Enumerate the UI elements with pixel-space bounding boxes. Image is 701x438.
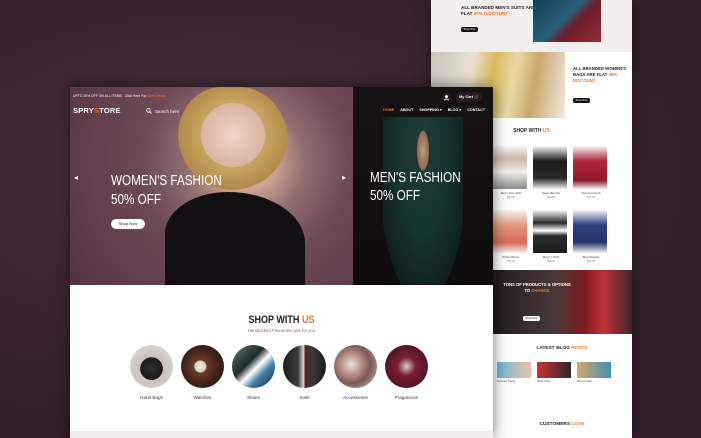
customers-title: CUSTOMERS LOVE (539, 422, 585, 427)
category-label: Watches (193, 395, 212, 400)
suits-promo-section: ALL BRANDED MEN'S SUITS ARE FLAT 30% DIS… (431, 0, 632, 52)
product-price: $90.00 (507, 196, 515, 199)
product-name: Printed Dress (502, 255, 520, 259)
menu-blog[interactable]: BLOG ▾ (448, 108, 462, 112)
product-image (533, 210, 567, 253)
product-name: Men's Pure Shirt (500, 191, 522, 195)
product-image (493, 210, 527, 253)
hero-shop-now-button[interactable]: Shop Now (111, 219, 145, 229)
slider-next-arrow[interactable]: ▸ (342, 173, 346, 183)
category-label: Suits (299, 395, 310, 400)
cart-label: My Cart (459, 95, 474, 99)
hand-bag-image (130, 345, 173, 388)
tons-banner-text: TONS OF PRODUCTS & OPTIONS TO CHANGE (503, 282, 571, 293)
product-price: $80.00 (547, 196, 555, 199)
product-price: $70.00 (587, 196, 595, 199)
front-page-preview: UPTO 30% OFF ON ALL ITEMS Click Here For… (70, 87, 493, 438)
product-name: Men's T-Shirt (542, 255, 560, 259)
site-logo[interactable]: SPRYSTORE (73, 106, 121, 115)
blog-card[interactable]: Summer Trends (497, 362, 533, 384)
product-card[interactable]: Blue Sweater $85.00 (573, 210, 609, 268)
blog-list: Summer Trends Style Guide Men's Looks (497, 362, 627, 384)
hero-women-heading: WOMEN'S FASHION 50% OFF (111, 172, 222, 208)
navbar: SPRYSTORE Search here HOME ABOUT SHOPPIN… (70, 105, 493, 117)
blog-section-title: LATEST BLOG POSTS (536, 346, 588, 351)
category-fragrances[interactable]: Fragrances (385, 345, 428, 400)
category-list: Hand Bags Watches Shoes Suits Accessorie… (130, 345, 428, 400)
product-image (533, 146, 567, 189)
product-card[interactable]: Printed Dress $75.00 (493, 210, 529, 268)
main-menu: HOME ABOUT SHOPPING ▾ BLOG ▾ CONTACT (383, 108, 485, 112)
blog-title: Men's Looks (577, 380, 592, 383)
shoe-image (232, 345, 275, 388)
blog-title: Summer Trends (497, 380, 516, 383)
fragrance-image (385, 345, 428, 388)
product-image (493, 146, 527, 189)
suits-shop-button[interactable]: Shop Now (461, 27, 478, 32)
search-placeholder: Search here (155, 108, 179, 114)
category-shoes[interactable]: Shoes (232, 345, 275, 400)
category-label: Shoes (246, 395, 261, 400)
shop-section-subtitle: Handpicked Favourites just for you (247, 328, 316, 333)
category-label: Hand Bags (140, 395, 163, 400)
top-bar: UPTO 30% OFF ON ALL ITEMS Click Here For… (70, 87, 493, 105)
suit-image (283, 345, 326, 388)
blog-image (497, 362, 531, 378)
menu-contact[interactable]: CONTACT (467, 108, 485, 112)
category-label: Accessories (343, 395, 368, 400)
product-price: $60.00 (547, 260, 555, 263)
product-name: Women's Frock (581, 191, 601, 195)
cart-button[interactable]: My Cart 🛒 (456, 92, 482, 102)
blog-image (577, 362, 611, 378)
accessories-image (334, 345, 377, 388)
bags-promo-title: ALL BRANDED WOMEN'S BAGS ARE FLAT 30% DI… (573, 66, 626, 83)
search-icon (146, 108, 152, 114)
product-card[interactable]: Women's Frock $70.00 (573, 146, 609, 204)
tons-shop-button[interactable]: Shop Now (523, 316, 540, 321)
category-hand-bags[interactable]: Hand Bags (130, 345, 173, 400)
product-image (573, 210, 607, 253)
tons-products-banner: TONS OF PRODUCTS & OPTIONS TO CHANGE Shop… (492, 270, 632, 334)
suits-promo-title: ALL BRANDED MEN'S SUITS ARE FLAT 30% DIS… (461, 5, 536, 16)
slider-prev-arrow[interactable]: ◂ (74, 173, 78, 183)
blog-card[interactable]: Style Guide (537, 362, 573, 384)
search-box[interactable]: Search here (146, 107, 179, 115)
blog-image (537, 362, 571, 378)
product-name: Sleek Mini Top (541, 191, 561, 195)
product-price: $75.00 (507, 260, 515, 263)
bags-shop-button[interactable]: Shop Now (573, 98, 590, 103)
category-suits[interactable]: Suits (283, 345, 326, 400)
product-image (573, 146, 607, 189)
footer-strip (70, 431, 493, 438)
blog-card[interactable]: Men's Looks (577, 362, 613, 384)
shop-section-title: SHOP WITH US (248, 314, 315, 326)
menu-about[interactable]: ABOUT (400, 108, 413, 112)
category-watches[interactable]: Watches (181, 345, 224, 400)
menu-shopping[interactable]: SHOPPING ▾ (419, 108, 441, 112)
menu-home[interactable]: HOME (383, 108, 394, 112)
suits-image (533, 0, 601, 42)
product-grid: Men's Pure Shirt $90.00 Sleek Mini Top $80… (493, 146, 607, 268)
user-icon[interactable] (442, 93, 451, 102)
product-name: Blue Sweater (582, 255, 600, 259)
promo-details-link[interactable]: More Details (147, 94, 166, 98)
hero-men-heading: MEN'S FASHION 50% OFF (370, 169, 461, 204)
product-card[interactable]: Men's T-Shirt $60.00 (533, 210, 569, 268)
product-card[interactable]: Men's Pure Shirt $90.00 (493, 146, 529, 204)
product-card[interactable]: Sleek Mini Top $80.00 (533, 146, 569, 204)
cart-icon: 🛒 (474, 95, 479, 99)
watch-image (181, 345, 224, 388)
top-promo-text: UPTO 30% OFF ON ALL ITEMS Click Here For… (73, 94, 167, 98)
blog-title: Style Guide (537, 380, 551, 383)
category-label: Fragrances (394, 395, 419, 400)
product-price: $85.00 (587, 260, 595, 263)
category-accessories[interactable]: Accessories (334, 345, 377, 400)
